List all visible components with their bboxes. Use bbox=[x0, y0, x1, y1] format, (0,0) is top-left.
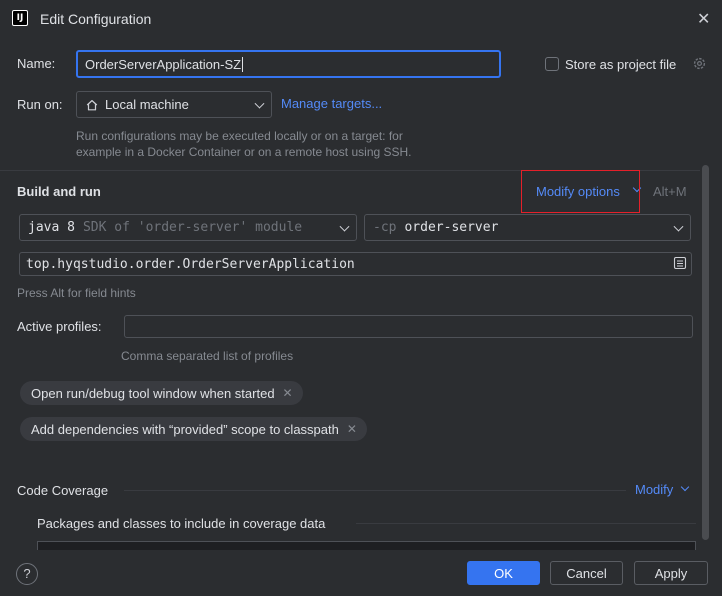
build-and-run-heading: Build and run bbox=[17, 184, 101, 199]
browse-icon[interactable] bbox=[673, 256, 687, 273]
name-input[interactable]: OrderServerApplication-SZ bbox=[76, 50, 501, 78]
run-on-label: Run on: bbox=[17, 97, 63, 112]
chip-label: Add dependencies with “provided” scope t… bbox=[31, 421, 339, 437]
option-chip-provided-scope: Add dependencies with “provided” scope t… bbox=[20, 417, 367, 441]
close-icon[interactable]: ✕ bbox=[697, 9, 710, 29]
chevron-down-icon bbox=[673, 221, 684, 232]
cp-value: order-server bbox=[404, 220, 499, 235]
coverage-modify-chevron-icon bbox=[680, 482, 690, 492]
cp-prefix: -cp bbox=[373, 220, 397, 235]
manage-targets-link[interactable]: Manage targets... bbox=[281, 96, 382, 111]
main-class-value: top.hyqstudio.order.OrderServerApplicati… bbox=[26, 256, 355, 272]
coverage-modify-button[interactable]: Modify bbox=[635, 482, 673, 497]
store-as-project-file-label: Store as project file bbox=[565, 57, 677, 72]
run-on-dropdown[interactable]: Local machine bbox=[76, 91, 272, 118]
vertical-scrollbar[interactable] bbox=[702, 165, 709, 540]
option-chip-open-tool-window: Open run/debug tool window when started … bbox=[20, 381, 303, 405]
house-icon bbox=[85, 98, 99, 112]
modify-options-shortcut: Alt+M bbox=[653, 184, 687, 199]
remove-chip-icon[interactable]: ✕ bbox=[283, 386, 293, 400]
classpath-module-dropdown[interactable]: -cp order-server bbox=[364, 214, 691, 241]
run-on-hint-line2: example in a Docker Container or on a re… bbox=[76, 145, 412, 159]
chevron-down-icon bbox=[339, 221, 350, 232]
store-as-project-file-checkbox[interactable] bbox=[545, 57, 559, 71]
gear-icon[interactable] bbox=[692, 56, 707, 74]
active-profiles-label: Active profiles: bbox=[17, 319, 102, 334]
divider bbox=[356, 523, 696, 524]
chevron-down-icon bbox=[254, 98, 265, 109]
highlight-box bbox=[521, 170, 640, 213]
name-input-value: OrderServerApplication-SZ bbox=[85, 56, 242, 72]
window-title: Edit Configuration bbox=[40, 11, 152, 27]
ok-button[interactable]: OK bbox=[467, 561, 540, 585]
cancel-button[interactable]: Cancel bbox=[550, 561, 623, 585]
remove-chip-icon[interactable]: ✕ bbox=[347, 422, 357, 436]
active-profiles-hint: Comma separated list of profiles bbox=[121, 349, 294, 363]
coverage-include-label: Packages and classes to include in cover… bbox=[37, 516, 326, 531]
run-on-value: Local machine bbox=[105, 97, 189, 112]
chip-label: Open run/debug tool window when started bbox=[31, 385, 275, 401]
main-class-input[interactable]: top.hyqstudio.order.OrderServerApplicati… bbox=[19, 252, 692, 276]
divider bbox=[124, 490, 626, 491]
jdk-name: java 8 bbox=[28, 220, 75, 235]
help-button[interactable]: ? bbox=[16, 563, 38, 585]
jdk-dropdown[interactable]: java 8 SDK of 'order-server' module bbox=[19, 214, 357, 241]
active-profiles-input[interactable] bbox=[124, 315, 693, 338]
field-hints-text: Press Alt for field hints bbox=[17, 286, 136, 300]
jdk-detail: SDK of 'order-server' module bbox=[82, 220, 303, 235]
code-coverage-heading: Code Coverage bbox=[17, 483, 109, 498]
name-label: Name: bbox=[17, 56, 56, 71]
intellij-app-icon: IJ bbox=[12, 10, 28, 26]
run-on-hint-line1: Run configurations may be executed local… bbox=[76, 129, 403, 143]
apply-button[interactable]: Apply bbox=[634, 561, 708, 585]
text-cursor bbox=[242, 56, 244, 72]
